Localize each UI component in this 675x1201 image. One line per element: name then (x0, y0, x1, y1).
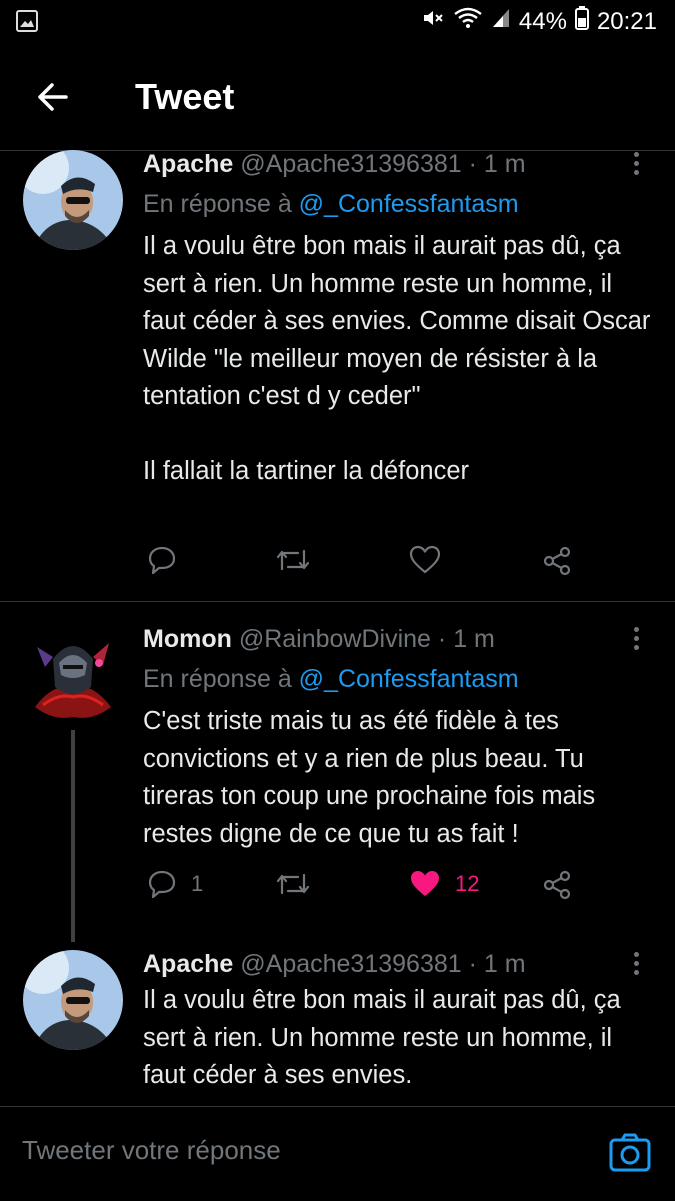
tweet-momon[interactable]: Momon @RainbowDivine · 1 m En réponse à … (0, 625, 675, 935)
heart-icon (409, 545, 441, 574)
share-icon (543, 870, 571, 900)
reply-handle-link[interactable]: @_Confessfantasm (299, 665, 519, 693)
retweet-icon (276, 549, 310, 571)
reply-context: En réponse à @_Confessfantasm (143, 665, 519, 694)
reply-button[interactable]: 1 (147, 869, 203, 899)
heart-filled-icon (411, 871, 439, 896)
more-options-icon[interactable] (632, 152, 642, 179)
tweet-text: Il a voulu être bon mais il aurait pas d… (143, 986, 628, 1089)
timestamp: · 1 m (437, 625, 495, 653)
share-button[interactable] (541, 545, 573, 577)
image-notification-icon (16, 10, 38, 37)
timestamp: · 1 m (468, 950, 526, 978)
top-bar: Tweet (0, 46, 675, 151)
reply-prefix: En réponse à (143, 190, 292, 218)
battery-level: 44% (518, 7, 567, 35)
signal-icon (491, 7, 511, 36)
avatar[interactable] (23, 150, 123, 250)
retweet-button[interactable] (276, 545, 310, 575)
page-title: Tweet (135, 76, 235, 117)
reply-button[interactable] (147, 545, 177, 575)
battery-icon (574, 6, 589, 37)
tweet-header: Apache @Apache31396381 · 1 m (143, 950, 526, 979)
tweet-actions: 1 12 (143, 869, 653, 909)
retweet-icon (276, 873, 310, 895)
reply-input[interactable]: Tweeter votre réponse (22, 1135, 281, 1166)
tweet-apache-1[interactable]: Apache @Apache31396381 · 1 m En réponse … (0, 150, 675, 600)
like-button[interactable]: 12 (409, 869, 479, 899)
divider (0, 601, 675, 602)
status-bar: 44% 20:21 (0, 0, 675, 46)
mute-icon (421, 6, 445, 37)
author-handle[interactable]: @RainbowDivine (239, 625, 431, 653)
author-name[interactable]: Apache (143, 150, 233, 178)
reply-context: En réponse à @_Confessfantasm (143, 190, 519, 219)
tweet-header: Momon @RainbowDivine · 1 m (143, 625, 495, 654)
tweet-header: Apache @Apache31396381 · 1 m (143, 150, 526, 179)
back-arrow-icon[interactable] (34, 80, 74, 114)
comment-icon (148, 546, 176, 575)
reply-prefix: En réponse à (143, 665, 292, 693)
wifi-icon (453, 6, 483, 37)
author-name[interactable]: Momon (143, 625, 232, 653)
tweet-apache-2[interactable]: Apache @Apache31396381 · 1 m Il a voulu … (0, 950, 675, 1110)
tweet-actions (143, 545, 653, 585)
reply-handle-link[interactable]: @_Confessfantasm (299, 190, 519, 218)
camera-icon[interactable] (608, 1131, 652, 1175)
comment-icon (148, 870, 176, 899)
timestamp: · 1 m (468, 150, 526, 178)
tweet-text: C'est triste mais tu as été fidèle à tes… (143, 707, 603, 848)
avatar[interactable] (23, 950, 123, 1050)
like-button[interactable] (409, 545, 441, 575)
tweet-text: Il a voulu être bon mais il aurait pas d… (143, 232, 651, 485)
author-handle[interactable]: @Apache31396381 (240, 150, 461, 178)
share-button[interactable] (541, 869, 573, 901)
reply-count: 1 (191, 871, 204, 896)
reply-composer: Tweeter votre réponse (0, 1106, 675, 1201)
more-options-icon[interactable] (632, 627, 642, 654)
more-options-icon[interactable] (632, 952, 642, 979)
retweet-button[interactable] (276, 869, 310, 899)
author-name[interactable]: Apache (143, 950, 233, 978)
share-icon (543, 546, 571, 576)
scroll-fade (0, 1093, 675, 1107)
avatar[interactable] (23, 625, 123, 725)
clock: 20:21 (596, 7, 657, 35)
like-count: 12 (455, 871, 480, 896)
author-handle[interactable]: @Apache31396381 (240, 950, 461, 978)
thread-connector (71, 730, 75, 942)
